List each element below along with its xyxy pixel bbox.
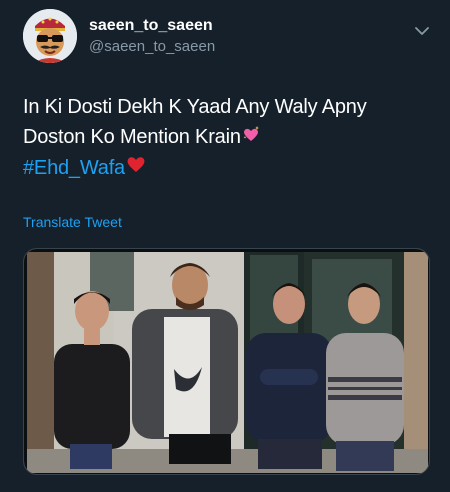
chevron-down-icon (415, 26, 429, 35)
tweet-menu-button[interactable] (411, 20, 433, 42)
tweet-media-photo[interactable] (23, 248, 430, 475)
tweet-text-line-2-wrap: Doston Ko Mention Krain (23, 122, 423, 153)
sparkling-heart-emoji (241, 123, 261, 153)
translate-tweet-link[interactable]: Translate Tweet (23, 214, 122, 230)
hashtag-link[interactable]: #Ehd_Wafa (23, 157, 125, 179)
tweet-text-line-2: Doston Ko Mention Krain (23, 126, 241, 148)
tweet-text: In Ki Dosti Dekh K Yaad Any Waly Apny Do… (23, 92, 423, 183)
hashtag-line: #Ehd_Wafa (23, 153, 423, 184)
author-handle[interactable]: @saeen_to_saeen (89, 38, 215, 55)
avatar[interactable] (23, 9, 77, 63)
tweet-text-line-1: In Ki Dosti Dekh K Yaad Any Waly Apny (23, 96, 367, 118)
tweet-card[interactable]: saeen_to_saeen @saeen_to_saeen In Ki Dos… (0, 0, 450, 492)
cartoon-avatar-icon (23, 9, 77, 63)
red-heart-emoji (125, 153, 147, 183)
group-photo-image (24, 249, 429, 474)
author-display-name[interactable]: saeen_to_saeen (89, 17, 213, 35)
